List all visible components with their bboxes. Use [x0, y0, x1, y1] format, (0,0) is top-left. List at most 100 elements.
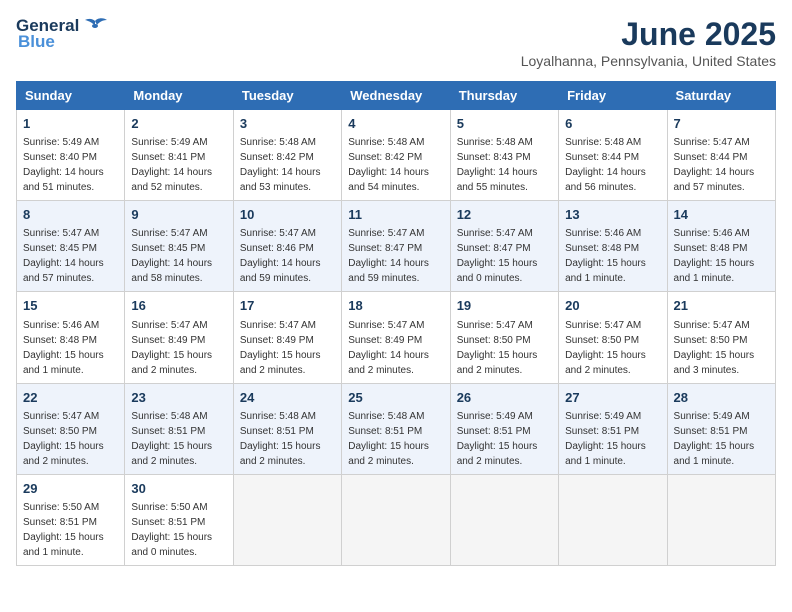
day-number: 5: [457, 115, 552, 133]
day-info: Sunrise: 5:48 AMSunset: 8:51 PMDaylight:…: [348, 411, 429, 467]
calendar-cell: 17 Sunrise: 5:47 AMSunset: 8:49 PMDaylig…: [233, 292, 341, 383]
calendar-cell: 26 Sunrise: 5:49 AMSunset: 8:51 PMDaylig…: [450, 383, 558, 474]
day-number: 26: [457, 389, 552, 407]
day-info: Sunrise: 5:49 AMSunset: 8:41 PMDaylight:…: [131, 137, 212, 193]
calendar-header-thursday: Thursday: [450, 82, 558, 110]
calendar-cell: 5 Sunrise: 5:48 AMSunset: 8:43 PMDayligh…: [450, 110, 558, 201]
calendar-cell: 19 Sunrise: 5:47 AMSunset: 8:50 PMDaylig…: [450, 292, 558, 383]
day-info: Sunrise: 5:48 AMSunset: 8:43 PMDaylight:…: [457, 137, 538, 193]
day-info: Sunrise: 5:49 AMSunset: 8:51 PMDaylight:…: [457, 411, 538, 467]
calendar-cell: 9 Sunrise: 5:47 AMSunset: 8:45 PMDayligh…: [125, 201, 233, 292]
calendar-cell: 12 Sunrise: 5:47 AMSunset: 8:47 PMDaylig…: [450, 201, 558, 292]
day-number: 23: [131, 389, 226, 407]
day-info: Sunrise: 5:47 AMSunset: 8:47 PMDaylight:…: [457, 228, 538, 284]
calendar-cell: 27 Sunrise: 5:49 AMSunset: 8:51 PMDaylig…: [559, 383, 667, 474]
title-block: June 2025 Loyalhanna, Pennsylvania, Unit…: [521, 16, 776, 69]
calendar-cell: [559, 474, 667, 565]
day-info: Sunrise: 5:47 AMSunset: 8:50 PMDaylight:…: [565, 320, 646, 376]
calendar-cell: 8 Sunrise: 5:47 AMSunset: 8:45 PMDayligh…: [17, 201, 125, 292]
day-info: Sunrise: 5:47 AMSunset: 8:50 PMDaylight:…: [23, 411, 104, 467]
day-number: 28: [674, 389, 769, 407]
day-info: Sunrise: 5:48 AMSunset: 8:51 PMDaylight:…: [131, 411, 212, 467]
day-info: Sunrise: 5:48 AMSunset: 8:44 PMDaylight:…: [565, 137, 646, 193]
calendar-cell: 6 Sunrise: 5:48 AMSunset: 8:44 PMDayligh…: [559, 110, 667, 201]
calendar-cell: 11 Sunrise: 5:47 AMSunset: 8:47 PMDaylig…: [342, 201, 450, 292]
calendar-cell: 28 Sunrise: 5:49 AMSunset: 8:51 PMDaylig…: [667, 383, 775, 474]
day-info: Sunrise: 5:47 AMSunset: 8:46 PMDaylight:…: [240, 228, 321, 284]
calendar-cell: 21 Sunrise: 5:47 AMSunset: 8:50 PMDaylig…: [667, 292, 775, 383]
day-info: Sunrise: 5:50 AMSunset: 8:51 PMDaylight:…: [23, 502, 104, 558]
day-info: Sunrise: 5:47 AMSunset: 8:49 PMDaylight:…: [348, 320, 429, 376]
calendar-cell: [342, 474, 450, 565]
calendar-cell: 4 Sunrise: 5:48 AMSunset: 8:42 PMDayligh…: [342, 110, 450, 201]
calendar-week-row: 29 Sunrise: 5:50 AMSunset: 8:51 PMDaylig…: [17, 474, 776, 565]
day-number: 22: [23, 389, 118, 407]
day-info: Sunrise: 5:49 AMSunset: 8:51 PMDaylight:…: [674, 411, 755, 467]
day-number: 24: [240, 389, 335, 407]
calendar-cell: 15 Sunrise: 5:46 AMSunset: 8:48 PMDaylig…: [17, 292, 125, 383]
day-info: Sunrise: 5:50 AMSunset: 8:51 PMDaylight:…: [131, 502, 212, 558]
calendar-table: SundayMondayTuesdayWednesdayThursdayFrid…: [16, 81, 776, 566]
calendar-cell: 29 Sunrise: 5:50 AMSunset: 8:51 PMDaylig…: [17, 474, 125, 565]
calendar-cell: 13 Sunrise: 5:46 AMSunset: 8:48 PMDaylig…: [559, 201, 667, 292]
day-number: 13: [565, 206, 660, 224]
day-number: 25: [348, 389, 443, 407]
calendar-week-row: 1 Sunrise: 5:49 AMSunset: 8:40 PMDayligh…: [17, 110, 776, 201]
calendar-cell: 25 Sunrise: 5:48 AMSunset: 8:51 PMDaylig…: [342, 383, 450, 474]
calendar-cell: 24 Sunrise: 5:48 AMSunset: 8:51 PMDaylig…: [233, 383, 341, 474]
day-number: 9: [131, 206, 226, 224]
calendar-week-row: 15 Sunrise: 5:46 AMSunset: 8:48 PMDaylig…: [17, 292, 776, 383]
day-number: 29: [23, 480, 118, 498]
calendar-cell: [450, 474, 558, 565]
day-info: Sunrise: 5:47 AMSunset: 8:47 PMDaylight:…: [348, 228, 429, 284]
day-info: Sunrise: 5:48 AMSunset: 8:42 PMDaylight:…: [240, 137, 321, 193]
day-number: 18: [348, 297, 443, 315]
calendar-cell: 30 Sunrise: 5:50 AMSunset: 8:51 PMDaylig…: [125, 474, 233, 565]
day-number: 10: [240, 206, 335, 224]
calendar-cell: 16 Sunrise: 5:47 AMSunset: 8:49 PMDaylig…: [125, 292, 233, 383]
day-info: Sunrise: 5:46 AMSunset: 8:48 PMDaylight:…: [674, 228, 755, 284]
calendar-cell: 10 Sunrise: 5:47 AMSunset: 8:46 PMDaylig…: [233, 201, 341, 292]
day-number: 4: [348, 115, 443, 133]
calendar-cell: [667, 474, 775, 565]
calendar-week-row: 8 Sunrise: 5:47 AMSunset: 8:45 PMDayligh…: [17, 201, 776, 292]
day-info: Sunrise: 5:46 AMSunset: 8:48 PMDaylight:…: [23, 320, 104, 376]
day-number: 7: [674, 115, 769, 133]
calendar-cell: 20 Sunrise: 5:47 AMSunset: 8:50 PMDaylig…: [559, 292, 667, 383]
calendar-cell: 22 Sunrise: 5:47 AMSunset: 8:50 PMDaylig…: [17, 383, 125, 474]
day-number: 8: [23, 206, 118, 224]
day-number: 27: [565, 389, 660, 407]
calendar-header-friday: Friday: [559, 82, 667, 110]
calendar-week-row: 22 Sunrise: 5:47 AMSunset: 8:50 PMDaylig…: [17, 383, 776, 474]
day-number: 15: [23, 297, 118, 315]
calendar-cell: 18 Sunrise: 5:47 AMSunset: 8:49 PMDaylig…: [342, 292, 450, 383]
calendar-header-tuesday: Tuesday: [233, 82, 341, 110]
calendar-header-row: SundayMondayTuesdayWednesdayThursdayFrid…: [17, 82, 776, 110]
day-number: 11: [348, 206, 443, 224]
day-number: 2: [131, 115, 226, 133]
day-info: Sunrise: 5:47 AMSunset: 8:50 PMDaylight:…: [457, 320, 538, 376]
day-info: Sunrise: 5:47 AMSunset: 8:45 PMDaylight:…: [23, 228, 104, 284]
calendar-header-saturday: Saturday: [667, 82, 775, 110]
day-number: 6: [565, 115, 660, 133]
day-info: Sunrise: 5:47 AMSunset: 8:45 PMDaylight:…: [131, 228, 212, 284]
day-number: 1: [23, 115, 118, 133]
day-number: 3: [240, 115, 335, 133]
day-number: 21: [674, 297, 769, 315]
day-number: 20: [565, 297, 660, 315]
calendar-cell: 7 Sunrise: 5:47 AMSunset: 8:44 PMDayligh…: [667, 110, 775, 201]
day-info: Sunrise: 5:47 AMSunset: 8:44 PMDaylight:…: [674, 137, 755, 193]
day-info: Sunrise: 5:49 AMSunset: 8:40 PMDaylight:…: [23, 137, 104, 193]
day-info: Sunrise: 5:46 AMSunset: 8:48 PMDaylight:…: [565, 228, 646, 284]
calendar-header-wednesday: Wednesday: [342, 82, 450, 110]
logo: General Blue: [16, 16, 109, 52]
day-info: Sunrise: 5:48 AMSunset: 8:51 PMDaylight:…: [240, 411, 321, 467]
calendar-cell: 14 Sunrise: 5:46 AMSunset: 8:48 PMDaylig…: [667, 201, 775, 292]
calendar-cell: 2 Sunrise: 5:49 AMSunset: 8:41 PMDayligh…: [125, 110, 233, 201]
day-number: 30: [131, 480, 226, 498]
day-number: 12: [457, 206, 552, 224]
day-number: 19: [457, 297, 552, 315]
logo-blue-text: Blue: [18, 32, 55, 52]
day-info: Sunrise: 5:47 AMSunset: 8:49 PMDaylight:…: [240, 320, 321, 376]
calendar-cell: [233, 474, 341, 565]
